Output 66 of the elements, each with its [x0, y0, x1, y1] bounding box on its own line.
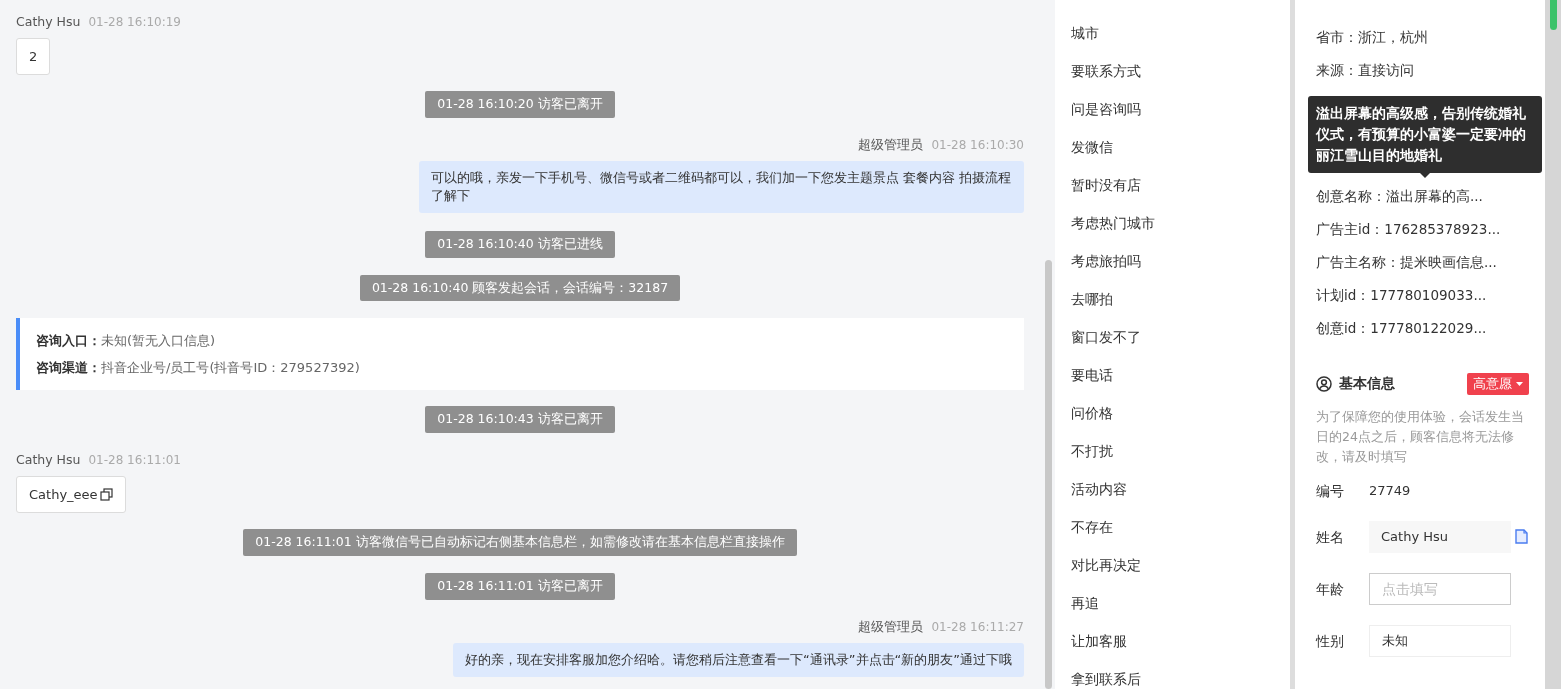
- field-value: 27749: [1369, 481, 1411, 500]
- system-notice: 01-28 16:11:01 访客已离开: [425, 573, 615, 600]
- field-label: 编号: [1316, 481, 1345, 501]
- quick-reply-item[interactable]: 暂时没有店: [1055, 166, 1290, 204]
- sender-name: 超级管理员: [858, 137, 924, 152]
- tooltip-arrow: [1420, 173, 1430, 178]
- scrollbar-thumb[interactable]: [1549, 0, 1557, 30]
- system-notice: 01-28 16:10:43 访客已离开: [425, 406, 615, 433]
- attribute-row-text: 创意名称：溢出屏幕的高...: [1316, 187, 1484, 206]
- attribute-row-text: 来源：直接访问: [1316, 61, 1415, 80]
- quick-reply-item[interactable]: 不存在: [1055, 508, 1290, 546]
- attribute-row-text: 广告主名称：提米映画信息...: [1316, 253, 1498, 272]
- scrollbar-thumb[interactable]: [1045, 260, 1052, 689]
- sender-name: 超级管理员: [858, 618, 924, 634]
- field-label: 年龄: [1316, 579, 1345, 599]
- system-notice: 01-28 16:10:40 顾客发起会话，会话编号：32187: [359, 274, 681, 302]
- quick-reply-item[interactable]: 发微信: [1055, 128, 1290, 166]
- attribute-row-text: 创意id：177780122029...: [1316, 319, 1488, 338]
- caret-icon: [1516, 381, 1523, 386]
- sender-name: Cathy Hsu: [16, 14, 81, 29]
- system-notice: 01-28 16:10:20 访客已离开: [425, 91, 615, 118]
- info-value: 抖音企业号/员工号(抖音号ID：279527392): [101, 360, 360, 376]
- section-title: 基本信息: [1339, 374, 1396, 394]
- copy-icon[interactable]: [99, 488, 113, 501]
- system-notice: 01-28 16:11:01 访客微信号已自动标记右侧基本信息栏，如需修改请在基本信息栏直接操作: [243, 529, 797, 556]
- message-text: 2: [29, 47, 38, 66]
- quick-reply-item[interactable]: 要电话: [1055, 356, 1290, 394]
- info-label: 咨询入口：: [36, 333, 101, 349]
- gender-select[interactable]: 未知: [1369, 624, 1511, 657]
- notice-text: 为了保障您的使用体验，会话发生当日的24点之后，顾客信息将无法修改，请及时填写: [1316, 407, 1525, 466]
- info-value: 未知(暂无入口信息): [101, 333, 216, 349]
- quick-reply-item[interactable]: 要联系方式: [1055, 52, 1290, 90]
- message-time: 01-28 16:10:30: [931, 138, 1024, 152]
- sender-name: Cathy Hsu: [16, 452, 81, 467]
- message-bubble: 可以的哦，亲发一下手机号、微信号或者二维码都可以，我们加一下您发主题景点 套餐内容 拍摄流程了解下: [419, 160, 1024, 213]
- message-bubble: 好的亲，现在安排客服加您介绍哈。请您稍后注意查看一下“通讯录”并点击“新的朋友”通过下哦: [453, 642, 1024, 677]
- intent-dropdown[interactable]: 高意愿: [1467, 373, 1529, 395]
- message-text: Cathy_eee: [29, 485, 98, 504]
- quick-reply-item[interactable]: 考虑热门城市: [1055, 204, 1290, 242]
- field-label: 性别: [1316, 631, 1345, 651]
- attribute-row-text: 广告主id：176285378923...: [1316, 220, 1502, 239]
- user-icon: [1316, 375, 1332, 392]
- quick-reply-item[interactable]: 去哪拍: [1055, 280, 1290, 318]
- attribute-row-text: 省市：浙江，杭州: [1316, 28, 1429, 47]
- quick-reply-item[interactable]: 问是咨询吗: [1055, 90, 1290, 128]
- quick-reply-item[interactable]: 考虑旅拍吗: [1055, 242, 1290, 280]
- quick-reply-item[interactable]: 对比再决定: [1055, 546, 1290, 584]
- copy-icon[interactable]: [1515, 529, 1528, 545]
- quick-reply-item[interactable]: 拿到联系后: [1055, 660, 1290, 689]
- quick-reply-item[interactable]: 窗口发不了: [1055, 318, 1290, 356]
- info-label: 咨询渠道：: [36, 360, 101, 376]
- quick-reply-item[interactable]: 活动内容: [1055, 470, 1290, 508]
- input-field[interactable]: 点击填写: [1369, 572, 1511, 605]
- field-label: 姓名: [1316, 527, 1345, 547]
- message-time: 01-28 16:11:01: [88, 453, 181, 467]
- quick-reply-item[interactable]: 让加客服: [1055, 622, 1290, 660]
- quick-reply-item[interactable]: 不打扰: [1055, 432, 1290, 470]
- message-time: 01-28 16:10:19: [88, 15, 181, 29]
- message-time: 01-28 16:11:27: [931, 619, 1024, 634]
- quick-reply-item[interactable]: 问价格: [1055, 394, 1290, 432]
- system-notice: 01-28 16:10:40 访客已进线: [425, 230, 615, 258]
- name-field[interactable]: Cathy Hsu: [1369, 520, 1511, 553]
- tooltip: 溢出屏幕的高级感，告别传统婚礼仪式，有预算的小富婆一定要冲的丽江雪山目的地婚礼: [1308, 96, 1542, 173]
- quick-reply-item[interactable]: 城市: [1055, 14, 1290, 52]
- attribute-row-text: 计划id：177780109033...: [1316, 286, 1488, 305]
- quick-reply-item[interactable]: 再追: [1055, 584, 1290, 622]
